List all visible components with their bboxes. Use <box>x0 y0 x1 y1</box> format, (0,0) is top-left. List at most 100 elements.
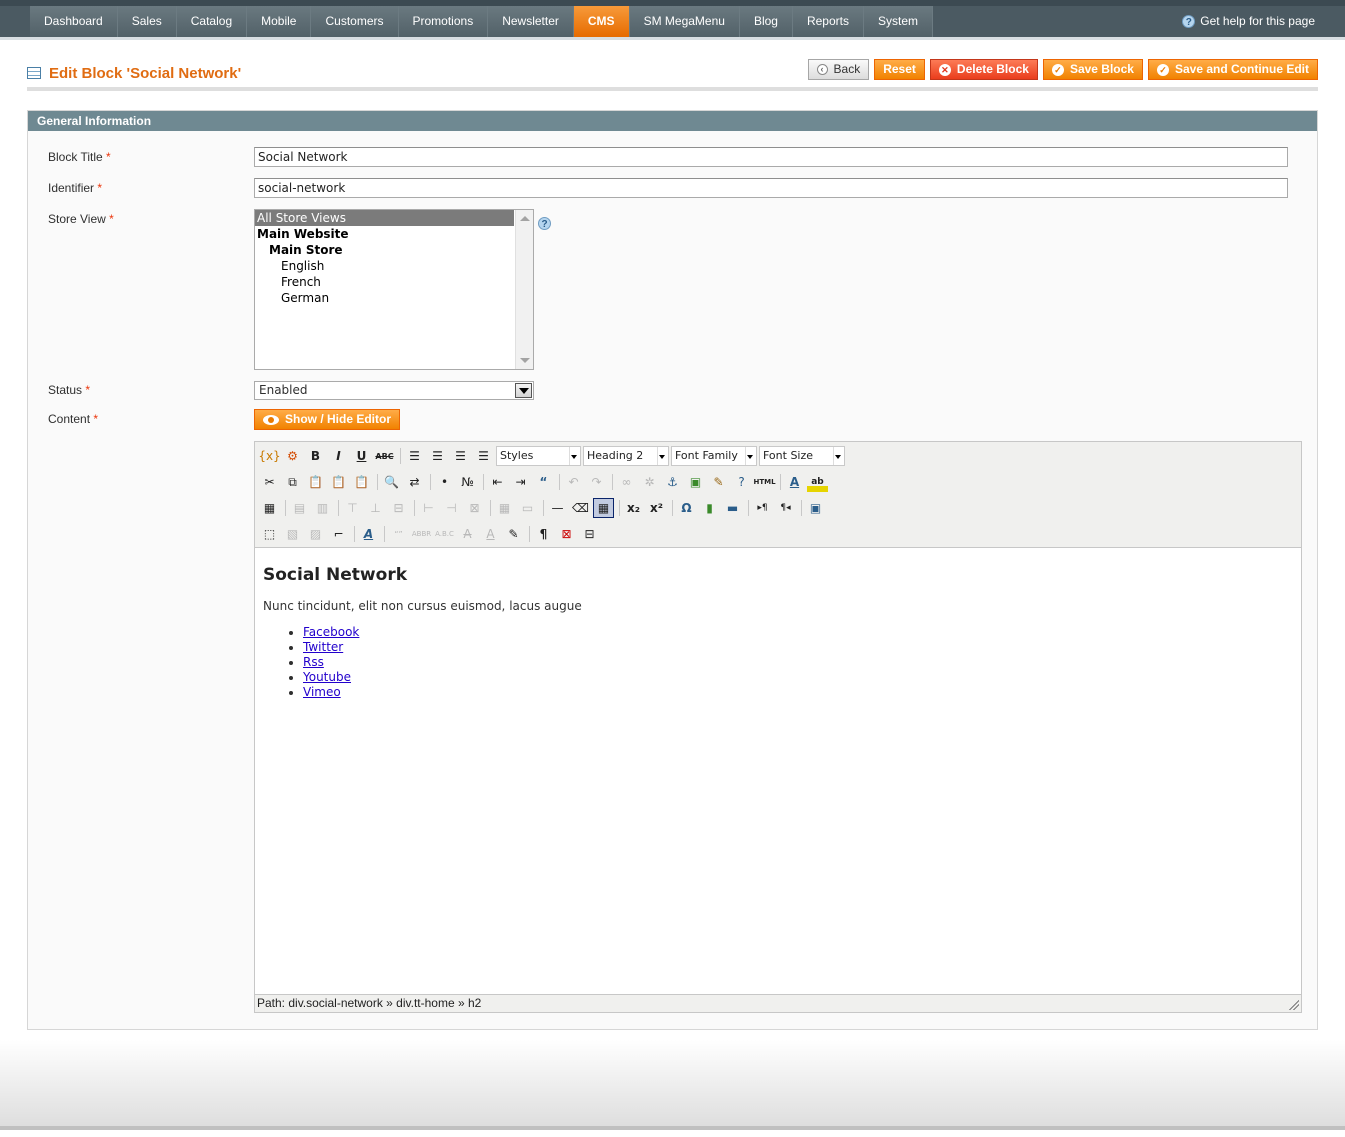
cite-icon[interactable]: “” <box>388 524 409 544</box>
cleanup-icon[interactable]: ✎ <box>708 472 729 492</box>
redo-icon[interactable]: ↷ <box>586 472 607 492</box>
outdent-icon[interactable]: ⇤ <box>487 472 508 492</box>
font-family-select[interactable]: Font Family <box>671 446 757 466</box>
help-link[interactable]: ? Get help for this page <box>1182 6 1315 37</box>
italic-icon[interactable]: I <box>328 446 349 466</box>
store-option-french[interactable]: French <box>255 274 533 290</box>
table-props-icon[interactable]: ▦ <box>259 498 280 518</box>
paste-icon[interactable]: 📋 <box>305 472 326 492</box>
show-hide-editor-button[interactable]: Show / Hide Editor <box>254 409 401 430</box>
scroll-down-arrow-icon[interactable] <box>520 358 530 363</box>
indent-icon[interactable]: ⇥ <box>510 472 531 492</box>
abbreviation-icon[interactable]: ABBR <box>411 524 432 544</box>
align-center-icon[interactable]: ☰ <box>427 446 448 466</box>
insert-layer-icon[interactable]: ⬚ <box>259 524 280 544</box>
row-props-icon[interactable]: ▤ <box>289 498 310 518</box>
paste-text-icon[interactable]: 📋 <box>328 472 349 492</box>
scroll-up-arrow-icon[interactable] <box>520 216 530 221</box>
nav-item-customers[interactable]: Customers <box>311 6 399 37</box>
block-title-input[interactable] <box>254 147 1288 167</box>
delete-row-icon[interactable]: ⊟ <box>388 498 409 518</box>
dropdown-arrow-icon[interactable] <box>515 383 532 398</box>
media-icon[interactable]: ▮ <box>699 498 720 518</box>
bullet-list-icon[interactable]: • <box>434 472 455 492</box>
styles-select[interactable]: Styles <box>496 446 581 466</box>
visual-aid-icon[interactable]: ▦ <box>593 498 614 518</box>
link-icon[interactable]: ∞ <box>616 472 637 492</box>
store-option-german[interactable]: German <box>255 290 533 306</box>
horizontal-rule-icon[interactable]: — <box>547 498 568 518</box>
store-view-multiselect[interactable]: All Store Views Main Website Main Store … <box>254 209 534 370</box>
nonbreaking-icon[interactable]: ⊠ <box>556 524 577 544</box>
acronym-icon[interactable]: A.B.C <box>434 524 455 544</box>
row-after-icon[interactable]: ⊥ <box>365 498 386 518</box>
absolute-icon[interactable]: ⌐ <box>328 524 349 544</box>
youtube-link[interactable]: Youtube <box>303 670 351 684</box>
paste-word-icon[interactable]: 📋 <box>351 472 372 492</box>
store-view-scrollbar[interactable] <box>515 210 533 369</box>
copy-icon[interactable]: ⧉ <box>282 472 303 492</box>
format-select[interactable]: Heading 2 <box>583 446 669 466</box>
subscript-icon[interactable]: x₂ <box>623 498 644 518</box>
identifier-input[interactable] <box>254 178 1288 198</box>
reset-button[interactable]: Reset <box>874 59 925 80</box>
store-option-english[interactable]: English <box>255 258 533 274</box>
advanced-hr-icon[interactable]: ▬ <box>722 498 743 518</box>
nav-item-mobile[interactable]: Mobile <box>247 6 312 37</box>
delete-col-icon[interactable]: ⊠ <box>464 498 485 518</box>
align-right-icon[interactable]: ☰ <box>450 446 471 466</box>
superscript-icon[interactable]: x² <box>646 498 667 518</box>
style-props-icon[interactable]: A <box>358 524 379 544</box>
store-option-website[interactable]: Main Website <box>255 226 533 242</box>
row-before-icon[interactable]: ⊤ <box>342 498 363 518</box>
pagebreak-icon[interactable]: ⊟ <box>579 524 600 544</box>
col-before-icon[interactable]: ⊢ <box>418 498 439 518</box>
unlink-icon[interactable]: ✲ <box>639 472 660 492</box>
nav-item-sales[interactable]: Sales <box>117 6 177 37</box>
find-icon[interactable]: 🔍 <box>381 472 402 492</box>
vimeo-link[interactable]: Vimeo <box>303 685 341 699</box>
store-option-store[interactable]: Main Store <box>255 242 533 258</box>
move-backward-icon[interactable]: ▨ <box>305 524 326 544</box>
insert-widget-icon[interactable]: ⚙ <box>282 446 303 466</box>
rss-link[interactable]: Rss <box>303 655 324 669</box>
font-size-select[interactable]: Font Size <box>759 446 845 466</box>
remove-format-icon[interactable]: ⌫ <box>570 498 591 518</box>
show-blocks-icon[interactable]: ¶ <box>533 524 554 544</box>
merge-cells-icon[interactable]: ▭ <box>517 498 538 518</box>
undo-icon[interactable]: ↶ <box>563 472 584 492</box>
html-source-icon[interactable]: HTML <box>753 472 775 492</box>
nav-item-sm-megamenu[interactable]: SM MegaMenu <box>629 6 740 37</box>
save-continue-button[interactable]: ✓ Save and Continue Edit <box>1147 59 1318 80</box>
move-forward-icon[interactable]: ▧ <box>282 524 303 544</box>
insertion-icon[interactable]: A <box>480 524 501 544</box>
facebook-link[interactable]: Facebook <box>303 625 359 639</box>
save-block-button[interactable]: ✓ Save Block <box>1042 59 1143 80</box>
image-icon[interactable]: ▣ <box>685 472 706 492</box>
fullscreen-icon[interactable]: ▣ <box>805 498 826 518</box>
nav-item-promotions[interactable]: Promotions <box>398 6 489 37</box>
numbered-list-icon[interactable]: № <box>457 472 478 492</box>
split-cells-icon[interactable]: ▦ <box>494 498 515 518</box>
store-view-help-icon[interactable]: ? <box>538 217 551 230</box>
highlight-color-icon[interactable]: ab <box>807 472 828 492</box>
back-button[interactable]: ‹ Back <box>807 59 870 80</box>
twitter-link[interactable]: Twitter <box>303 640 343 654</box>
help-icon[interactable]: ? <box>731 472 752 492</box>
strikethrough-icon[interactable]: ABC <box>374 446 395 466</box>
rtl-icon[interactable]: ¶◂ <box>775 498 796 518</box>
insert-variable-icon[interactable]: {x} <box>258 446 280 466</box>
status-select[interactable]: Enabled <box>254 381 534 400</box>
nav-item-cms[interactable]: CMS <box>573 6 630 37</box>
text-color-icon[interactable]: A <box>784 472 805 492</box>
bold-icon[interactable]: B <box>305 446 326 466</box>
attributes-icon[interactable]: ✎ <box>503 524 524 544</box>
nav-item-reports[interactable]: Reports <box>792 6 864 37</box>
editor-content-area[interactable]: Social Network Nunc tincidunt, elit non … <box>255 548 1301 994</box>
align-justify-icon[interactable]: ☰ <box>473 446 494 466</box>
resize-handle-icon[interactable] <box>1289 1000 1299 1010</box>
blockquote-icon[interactable]: “ <box>533 472 554 492</box>
nav-item-newsletter[interactable]: Newsletter <box>488 6 574 37</box>
nav-item-system[interactable]: System <box>864 6 934 37</box>
cell-props-icon[interactable]: ▥ <box>312 498 333 518</box>
